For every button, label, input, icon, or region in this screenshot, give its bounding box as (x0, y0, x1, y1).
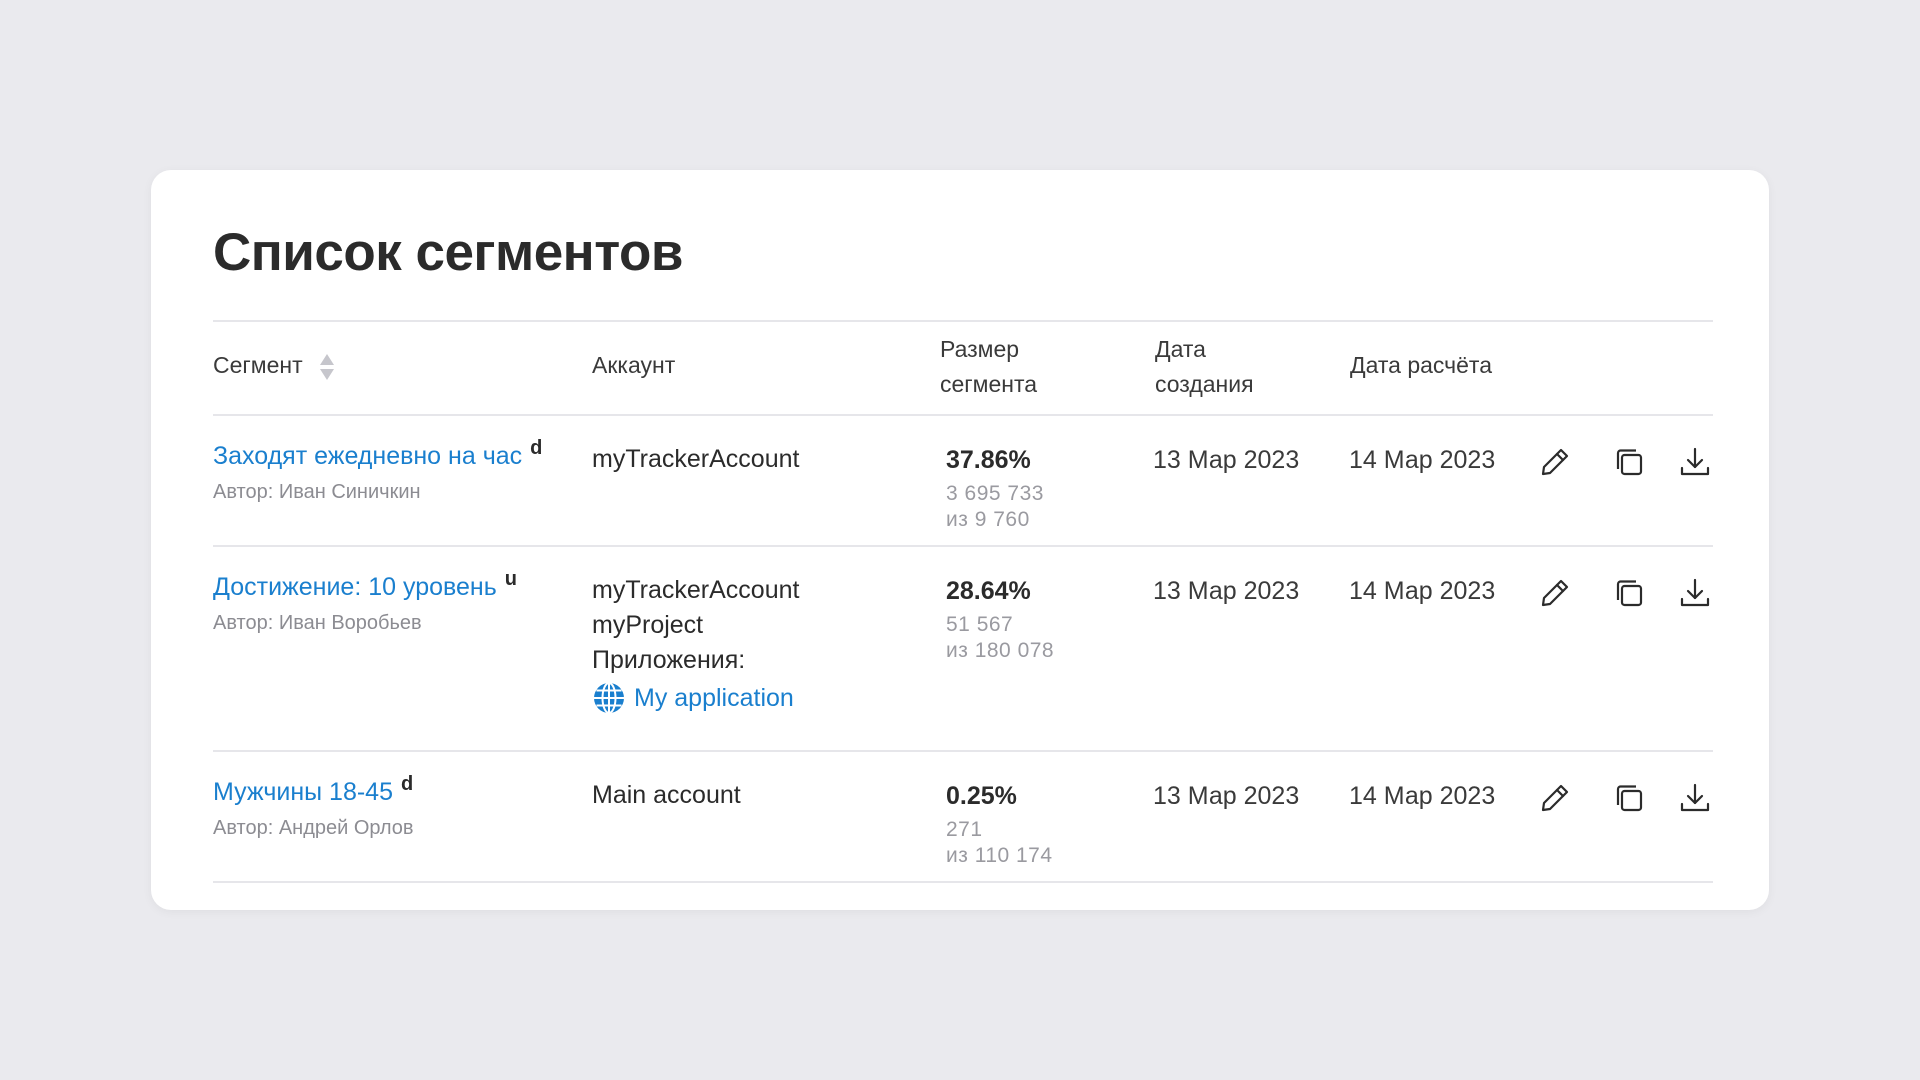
download-button[interactable] (1677, 575, 1713, 611)
edit-button[interactable] (1537, 444, 1573, 480)
created-date: 13 Мар 2023 (1153, 577, 1300, 605)
copy-button[interactable] (1611, 575, 1647, 611)
header-created: Дата создания (1155, 332, 1254, 402)
header-size-line1: Размер (940, 336, 1020, 362)
project-name: myProject (592, 611, 704, 639)
segment-link[interactable]: Достижение: 10 уровень (213, 573, 497, 601)
size-percent: 28.64% (946, 577, 1031, 605)
size-count: 51 567 (946, 613, 1014, 636)
segment-cell: Заходят ежедневно на час d Автор: Иван Си… (213, 437, 542, 504)
account-cell: myTrackerAccount (592, 442, 799, 477)
pencil-icon (1541, 579, 1569, 607)
app-link[interactable]: My application (592, 678, 799, 718)
size-total: из 110 174 (946, 844, 1053, 867)
table-row: Достижение: 10 уровень u Автор: Иван Воро… (213, 547, 1713, 752)
segments-card: Список сегментов Сегмент Аккаунт Размер … (151, 170, 1769, 910)
edit-button[interactable] (1537, 780, 1573, 816)
download-icon (1680, 447, 1710, 476)
app-name: My application (634, 684, 794, 712)
copy-icon (1616, 785, 1643, 812)
size-count: 3 695 733 (946, 482, 1044, 505)
header-created-line1: Дата (1155, 336, 1206, 362)
table-row: Заходят ежедневно на час d Автор: Иван Си… (213, 416, 1713, 547)
size-percent: 0.25% (946, 782, 1017, 810)
header-size-line2: сегмента (940, 371, 1038, 397)
page-title: Список сегментов (213, 223, 683, 282)
header-segment-label: Сегмент (213, 352, 303, 378)
segment-cell: Мужчины 18-45 d Автор: Андрей Орлов (213, 773, 414, 840)
account-name: Main account (592, 781, 741, 809)
segment-type-tag: u (504, 568, 517, 590)
calc-date: 14 Мар 2023 (1349, 782, 1496, 810)
download-icon (1680, 783, 1710, 812)
segment-link[interactable]: Заходят ежедневно на час (213, 442, 522, 470)
account-name: myTrackerAccount (592, 445, 800, 473)
sort-icon[interactable] (319, 353, 335, 381)
size-cell: 37.86% 3 695 733 из 9 760 (946, 446, 1044, 533)
created-date: 13 Мар 2023 (1153, 446, 1300, 474)
apps-label: Приложения: (592, 646, 746, 674)
header-account: Аккаунт (592, 352, 676, 378)
created-date: 13 Мар 2023 (1153, 782, 1300, 810)
pencil-icon (1541, 784, 1569, 812)
segment-cell: Достижение: 10 уровень u Автор: Иван Воро… (213, 568, 517, 635)
segment-type-tag: d (530, 437, 543, 459)
table-row: Мужчины 18-45 d Автор: Андрей Орлов Main … (213, 752, 1713, 883)
size-total: из 9 760 (946, 508, 1030, 531)
copy-icon (1616, 580, 1643, 607)
segment-author: Автор: Иван Воробьев (213, 612, 422, 634)
segment-link[interactable]: Мужчины 18-45 (213, 778, 393, 806)
calc-date: 14 Мар 2023 (1349, 446, 1496, 474)
header-created-line2: создания (1155, 371, 1254, 397)
size-cell: 0.25% 271 из 110 174 (946, 782, 1053, 869)
segment-author: Автор: Андрей Орлов (213, 817, 414, 839)
download-icon (1680, 578, 1710, 607)
account-cell: Main account (592, 778, 741, 813)
segment-author: Автор: Иван Синичкин (213, 481, 421, 503)
table-header: Сегмент Аккаунт Размер сегмента Дата соз… (213, 322, 1713, 416)
copy-button[interactable] (1611, 444, 1647, 480)
size-total: из 180 078 (946, 639, 1055, 662)
segment-type-tag: d (400, 773, 414, 795)
download-button[interactable] (1677, 444, 1713, 480)
size-percent: 37.86% (946, 446, 1031, 474)
pencil-icon (1541, 448, 1569, 476)
header-segment[interactable]: Сегмент (213, 348, 335, 383)
edit-button[interactable] (1537, 575, 1573, 611)
globe-icon (594, 682, 624, 714)
calc-date: 14 Мар 2023 (1349, 577, 1496, 605)
copy-icon (1616, 449, 1643, 476)
account-cell: myTrackerAccount myProject Приложения: M… (592, 573, 799, 718)
account-name: myTrackerAccount (592, 576, 800, 604)
copy-button[interactable] (1611, 780, 1647, 816)
download-button[interactable] (1677, 780, 1713, 816)
segments-table: Сегмент Аккаунт Размер сегмента Дата соз… (213, 320, 1713, 883)
size-count: 271 (946, 818, 983, 841)
header-size: Размер сегмента (940, 332, 1037, 402)
size-cell: 28.64% 51 567 из 180 078 (946, 577, 1054, 664)
header-calc-date: Дата расчёта (1350, 352, 1492, 378)
